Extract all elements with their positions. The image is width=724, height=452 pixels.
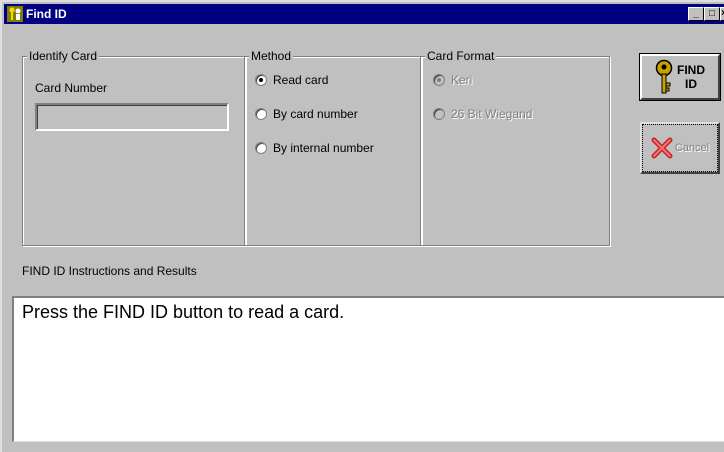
title-bar[interactable]: Find ID _ □ × [4,4,724,24]
identify-card-legend: Identify Card [27,49,100,63]
key-people-icon [7,6,23,22]
card-format-legend: Card Format [425,49,497,63]
find-id-window: Find ID _ □ × Identify Card Card Number … [0,0,724,452]
find-id-label: FIND ID [677,63,705,91]
radio-label: By card number [273,107,358,121]
close-button[interactable]: × [720,7,724,21]
radio-label: By internal number [273,141,374,155]
radio-label: Read card [273,73,329,87]
radio-label: 26 Bit Wiegand [451,107,533,121]
minimize-button[interactable]: _ [688,7,704,21]
cancel-focus-ring [642,124,718,172]
radio-indicator [255,108,267,120]
method-read-card-radio[interactable]: Read card [255,73,328,87]
method-legend: Method [249,49,294,63]
results-text: Press the FIND ID button to read a card. [22,302,345,322]
key-icon [655,59,673,94]
radio-indicator [255,74,267,86]
radio-indicator [433,74,445,86]
identify-card-group: Identify Card Card Number [22,49,246,246]
method-by-card-number-radio[interactable]: By card number [255,107,358,121]
format-26bit-wiegand-radio[interactable]: 26 Bit Wiegand [433,107,532,121]
find-id-button[interactable]: FIND ID [639,53,721,101]
method-by-internal-number-radio[interactable]: By internal number [255,141,374,155]
radio-indicator [433,108,445,120]
find-id-label-line2: ID [685,77,697,91]
results-text-area[interactable]: Press the FIND ID button to read a card. [12,296,724,442]
card-format-group: Card Format Keri 26 Bit Wiegand [420,49,610,246]
window-title: Find ID [26,7,67,21]
radio-label: Keri [451,73,473,87]
card-number-label: Card Number [35,81,108,95]
method-group: Method Read card By card number By inter… [244,49,422,246]
find-id-label-line1: FIND [677,63,705,77]
results-heading: FIND ID Instructions and Results [22,264,197,278]
format-keri-radio[interactable]: Keri [433,73,472,87]
card-number-field[interactable] [35,103,229,131]
maximize-button[interactable]: □ [704,7,720,21]
cancel-button[interactable]: Cancel [640,122,720,174]
radio-indicator [255,142,267,154]
